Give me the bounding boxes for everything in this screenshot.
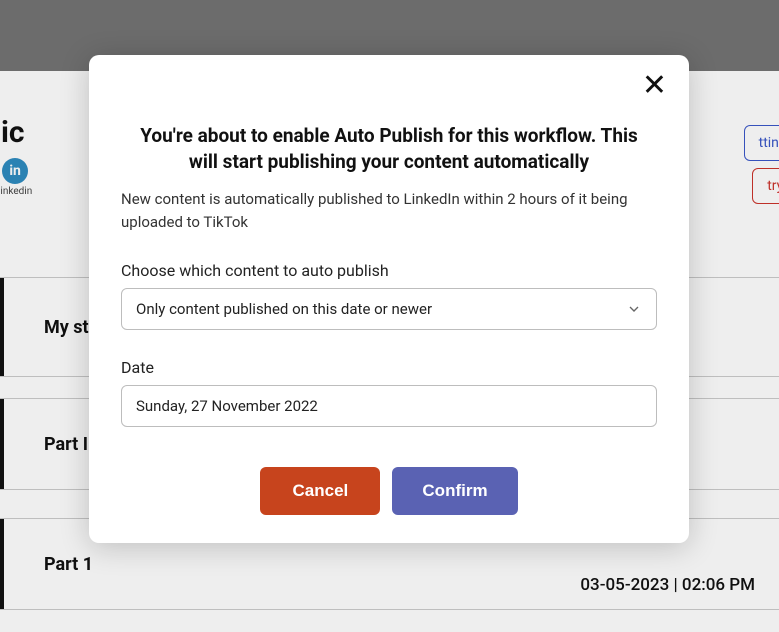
date-label: Date — [121, 358, 657, 377]
content-filter-select[interactable]: Only content published on this date or n… — [121, 288, 657, 330]
chevron-down-icon — [626, 301, 642, 317]
auto-publish-modal: ✕ You're about to enable Auto Publish fo… — [89, 55, 689, 543]
select-value: Only content published on this date or n… — [136, 300, 432, 318]
date-value: Sunday, 27 November 2022 — [136, 397, 318, 415]
modal-button-row: Cancel Confirm — [121, 467, 657, 515]
modal-title: You're about to enable Auto Publish for … — [137, 123, 641, 174]
confirm-button[interactable]: Confirm — [392, 467, 517, 515]
date-input[interactable]: Sunday, 27 November 2022 — [121, 385, 657, 427]
cancel-button[interactable]: Cancel — [260, 467, 380, 515]
close-icon[interactable]: ✕ — [642, 71, 667, 101]
modal-description: New content is automatically published t… — [121, 188, 657, 233]
choose-content-label: Choose which content to auto publish — [121, 261, 657, 280]
